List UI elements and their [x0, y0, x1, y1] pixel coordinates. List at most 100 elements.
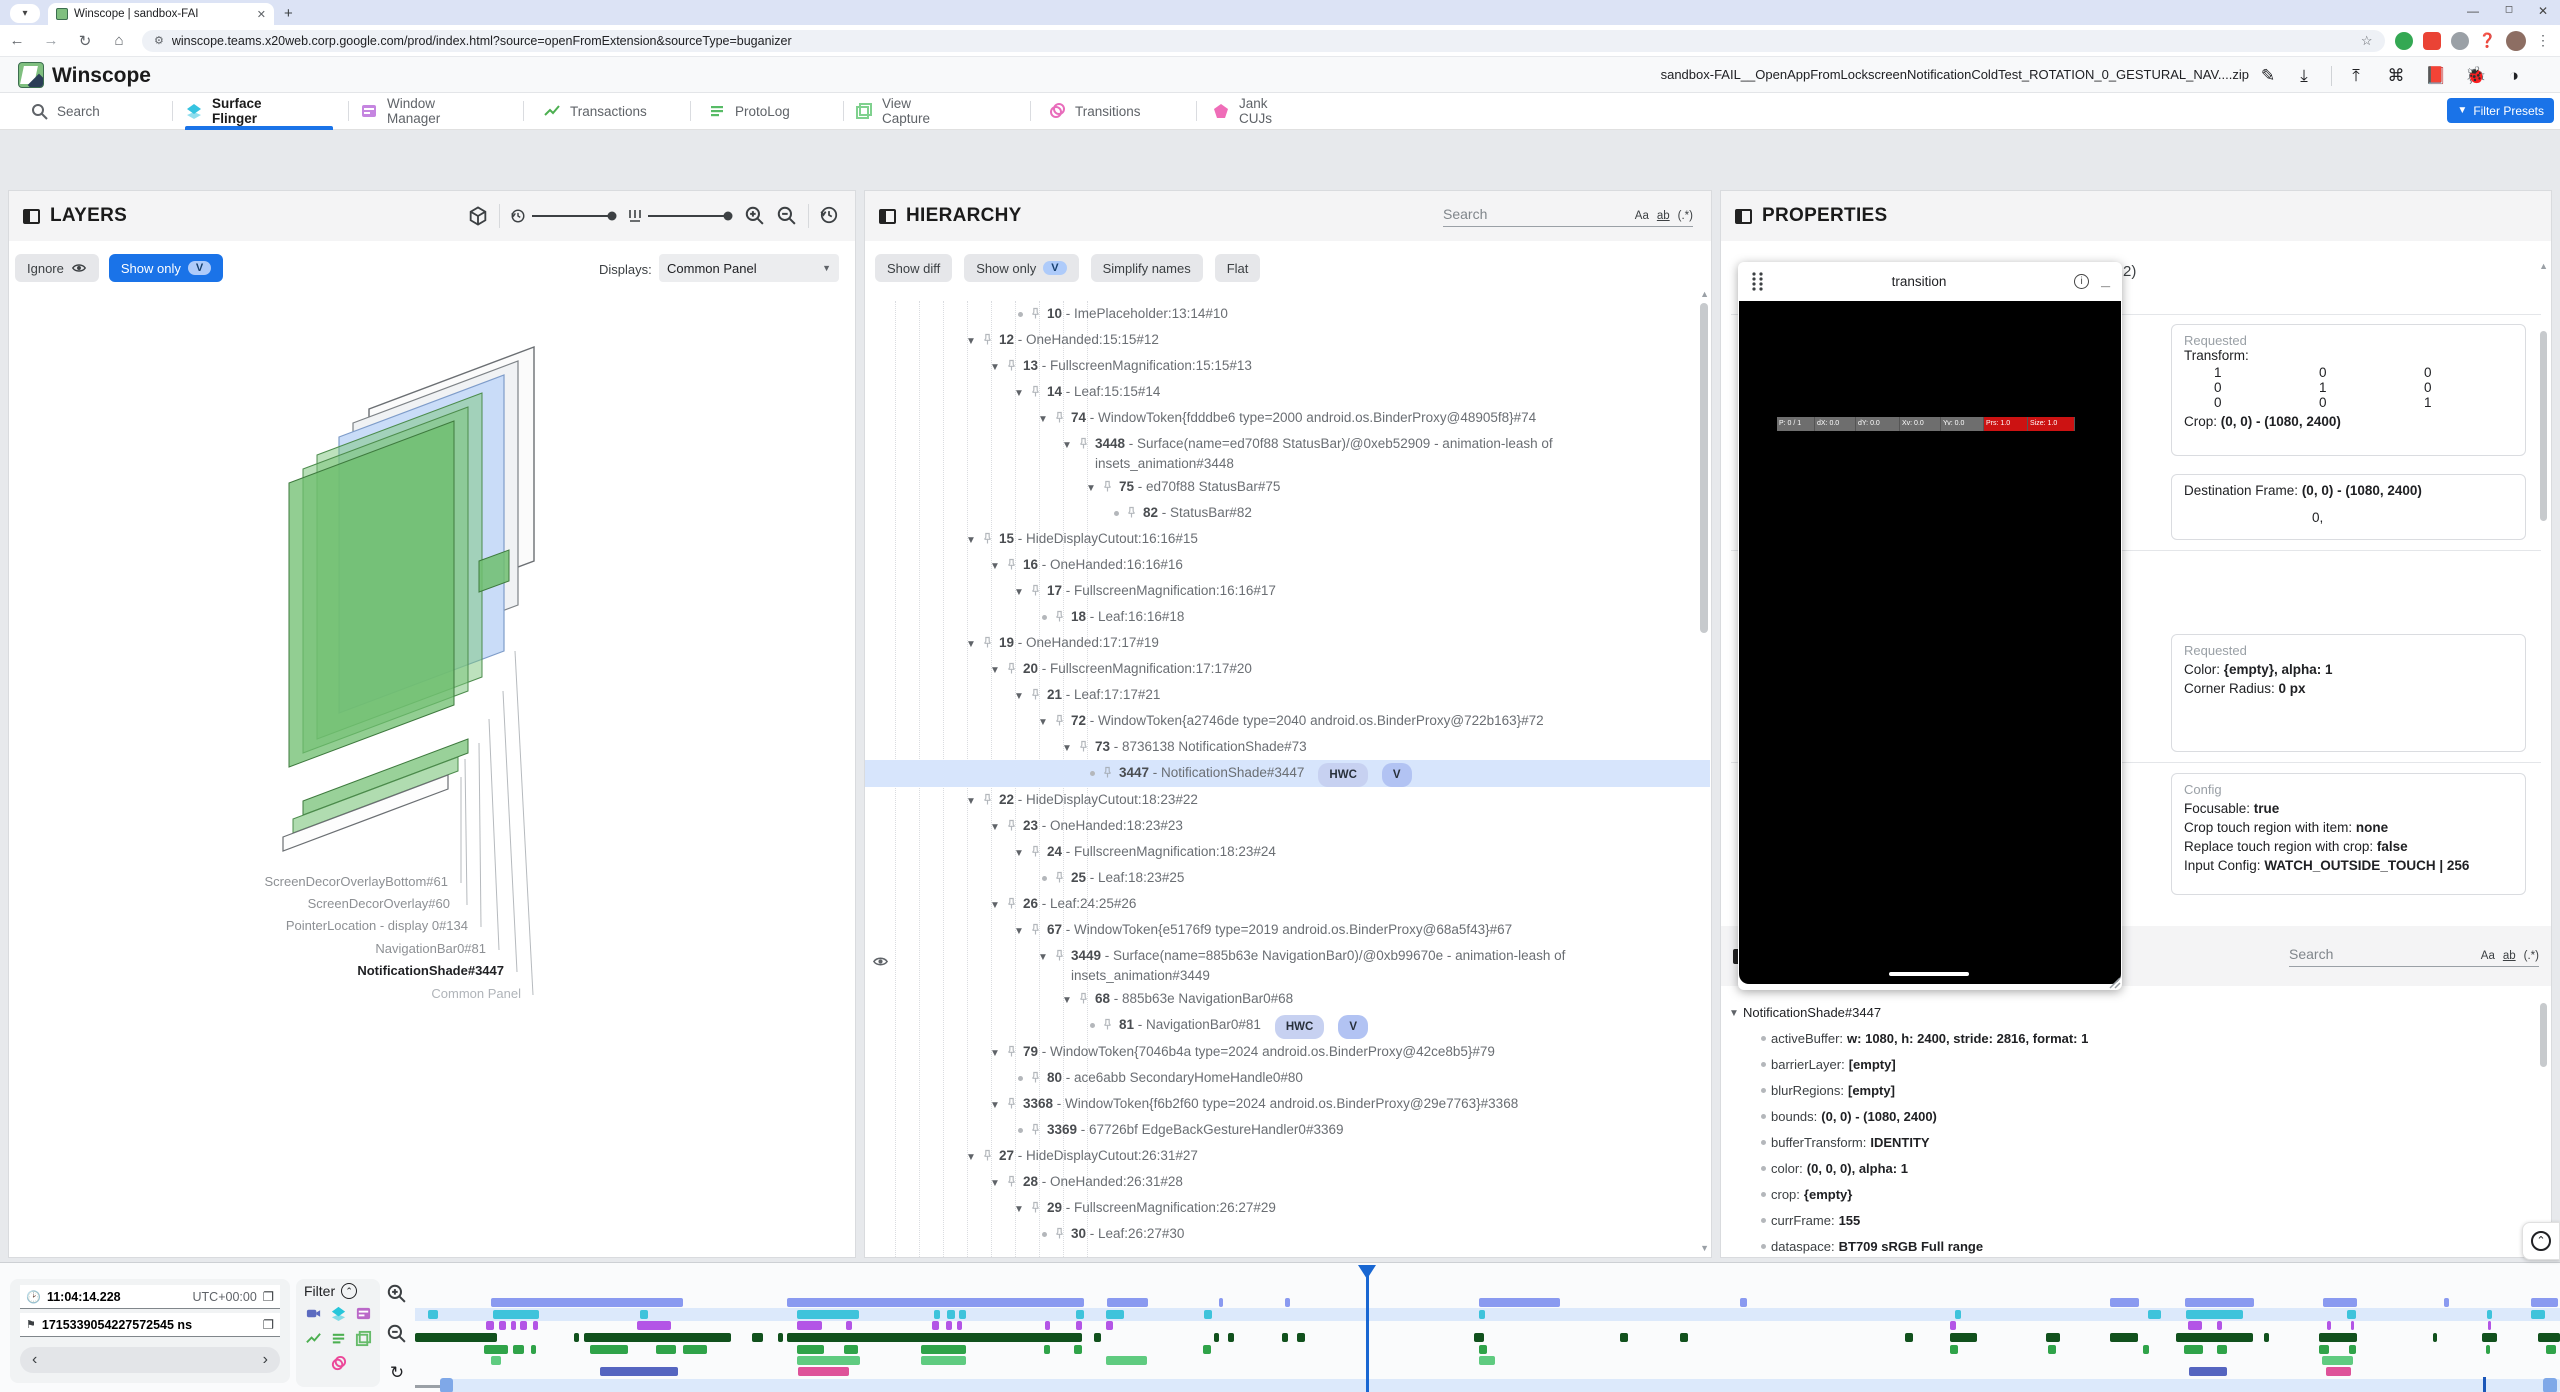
protolog-event-segment[interactable]: [656, 1345, 676, 1354]
curr-property-row[interactable]: activeBuffer:w: 1080, h: 2400, stride: 2…: [1729, 1025, 2537, 1051]
reset-zoom-icon[interactable]: ↻: [390, 1363, 404, 1383]
tree-node-29[interactable]: ▼29 - FullscreenMagnification:26:27#29: [865, 1195, 1710, 1221]
match-word-icon[interactable]: ab: [1657, 210, 1670, 222]
window-close-icon[interactable]: ✕: [2528, 4, 2558, 18]
transitions-event-segment[interactable]: [798, 1367, 849, 1376]
scroll-down-arrow[interactable]: ▼: [1700, 1243, 1709, 1253]
view-capture-event-segment[interactable]: [921, 1356, 966, 1365]
expand-arrow-icon[interactable]: ▼: [1038, 948, 1052, 968]
reset-view-icon[interactable]: [819, 205, 841, 227]
site-settings-icon[interactable]: ⚙: [154, 34, 164, 47]
screen-recording-event-segment[interactable]: [1285, 1298, 1290, 1307]
tree-node-82[interactable]: 82 - StatusBar#82: [865, 500, 1710, 526]
tree-node-26[interactable]: ▼26 - Leaf:24:25#26: [865, 891, 1710, 917]
pin-icon[interactable]: [980, 635, 995, 650]
expand-arrow-icon[interactable]: ▼: [990, 358, 1004, 378]
pin-icon[interactable]: [1004, 896, 1019, 911]
protolog-event-segment[interactable]: [2217, 1345, 2227, 1354]
collapse-panel-icon[interactable]: [1735, 209, 1752, 224]
hierarchy-chip-show-only[interactable]: Show onlyV: [964, 254, 1078, 282]
window-manager-event-segment[interactable]: [1076, 1321, 1082, 1330]
tree-node-68[interactable]: ▼68 - 885b63e NavigationBar0#68: [865, 986, 1710, 1012]
surface-flinger-event-segment[interactable]: [2148, 1310, 2161, 1319]
transactions-event-segment[interactable]: [1680, 1333, 1688, 1342]
trace-tab-surface-flinger[interactable]: Surface Flinger: [185, 93, 262, 129]
displays-select[interactable]: Common Panel ▼: [659, 254, 839, 282]
pin-icon[interactable]: [1100, 1017, 1115, 1032]
window-manager-event-segment[interactable]: [2488, 1321, 2491, 1330]
transactions-event-segment[interactable]: [2538, 1333, 2560, 1342]
surface-flinger-event-segment[interactable]: [934, 1310, 940, 1319]
pin-icon[interactable]: [1028, 844, 1043, 859]
trace-filter-layers-icon[interactable]: [330, 1305, 347, 1322]
surface-flinger-event-segment[interactable]: [1955, 1310, 1961, 1319]
pin-icon[interactable]: [1076, 739, 1091, 754]
transitions-event-segment[interactable]: [2326, 1367, 2351, 1376]
pin-icon[interactable]: [980, 792, 995, 807]
tree-node-20[interactable]: ▼20 - FullscreenMagnification:17:17#20: [865, 656, 1710, 682]
transactions-event-segment[interactable]: [2433, 1333, 2437, 1342]
tree-node-14[interactable]: ▼14 - Leaf:15:15#14: [865, 379, 1710, 405]
ns-time-input[interactable]: ⚑ 1715339054227572545 ns ❐: [20, 1313, 280, 1337]
protolog-event-segment[interactable]: [797, 1345, 824, 1354]
expand-arrow-icon[interactable]: ▼: [1086, 479, 1100, 499]
screen-recording-event-segment[interactable]: [1107, 1298, 1148, 1307]
browser-tab[interactable]: Winscope | sandbox-FAI ✕: [48, 3, 274, 25]
screen-recording-event-segment[interactable]: [2531, 1298, 2558, 1307]
trace-filter-listlines-icon[interactable]: [330, 1330, 347, 1347]
copy-icon[interactable]: ❐: [263, 1289, 274, 1304]
transactions-event-segment[interactable]: [415, 1333, 497, 1342]
curr-property-row[interactable]: blurRegions:[empty]: [1729, 1077, 2537, 1103]
drag-handle-icon[interactable]: [1750, 271, 1764, 291]
zoom-in-icon[interactable]: [386, 1283, 408, 1305]
edit-icon[interactable]: ✎: [2256, 64, 2280, 88]
transactions-event-segment[interactable]: [752, 1333, 763, 1342]
protolog-event-segment[interactable]: [1950, 1345, 1958, 1354]
surface-flinger-event-segment[interactable]: [1204, 1310, 1212, 1319]
trace-tab-search[interactable]: Search: [30, 93, 100, 129]
pin-icon[interactable]: [1004, 1096, 1019, 1111]
screen-recording-event-segment[interactable]: [2444, 1298, 2449, 1307]
trace-filter-camera-icon[interactable]: [305, 1305, 322, 1322]
tree-node-79[interactable]: ▼79 - WindowToken{7046b4a type=2024 andr…: [865, 1039, 1710, 1065]
window-manager-event-segment[interactable]: [932, 1321, 939, 1330]
expand-arrow-icon[interactable]: ▼: [990, 818, 1004, 838]
pin-icon[interactable]: [1052, 870, 1067, 885]
surface-flinger-event-segment[interactable]: [1479, 1310, 1485, 1319]
tree-node-3447[interactable]: 3447 - NotificationShade#3447HWCV: [865, 760, 1710, 787]
tab-close-icon[interactable]: ✕: [257, 8, 266, 21]
protolog-event-segment[interactable]: [590, 1345, 628, 1354]
overlay-title-bar[interactable]: transition i _: [1738, 262, 2122, 300]
3d-view-icon[interactable]: [467, 205, 489, 227]
trace-tab-window-manager[interactable]: Window Manager: [360, 93, 440, 129]
surface-flinger-event-segment[interactable]: [2186, 1310, 2243, 1319]
window-manager-event-segment[interactable]: [533, 1321, 538, 1330]
new-tab-button[interactable]: +: [284, 5, 293, 22]
prev-frame-icon[interactable]: ‹: [32, 1351, 37, 1369]
tree-node-16[interactable]: ▼16 - OneHanded:16:16#16: [865, 552, 1710, 578]
transactions-event-segment[interactable]: [1282, 1333, 1288, 1342]
zoom-out-icon[interactable]: [386, 1323, 408, 1345]
upload-icon[interactable]: ⤒: [2344, 64, 2368, 88]
tree-node-22[interactable]: ▼22 - HideDisplayCutout:18:23#22: [865, 787, 1710, 813]
surface-flinger-event-segment[interactable]: [2487, 1310, 2492, 1319]
tree-node-19[interactable]: ▼19 - OneHanded:17:17#19: [865, 630, 1710, 656]
tree-node-18[interactable]: 18 - Leaf:16:16#18: [865, 604, 1710, 630]
window-manager-event-segment[interactable]: [1106, 1321, 1113, 1330]
collapse-panel-icon[interactable]: [879, 209, 896, 224]
surface-flinger-event-segment[interactable]: [947, 1310, 955, 1319]
extension-icon[interactable]: [2451, 32, 2469, 50]
expand-arrow-icon[interactable]: ▼: [990, 1044, 1004, 1064]
curr-scrollbar[interactable]: [2540, 1003, 2547, 1067]
protolog-event-segment[interactable]: [2048, 1345, 2056, 1354]
expand-arrow-icon[interactable]: ▼: [1014, 1200, 1028, 1220]
screen-recording-event-segment[interactable]: [1479, 1298, 1560, 1307]
tree-node-73[interactable]: ▼73 - 8736138 NotificationShade#73: [865, 734, 1710, 760]
hierarchy-chip-show-diff[interactable]: Show diff: [875, 254, 952, 282]
expand-arrow-icon[interactable]: ▼: [1729, 1008, 1743, 1019]
protolog-event-segment[interactable]: [2143, 1345, 2149, 1354]
next-frame-icon[interactable]: ›: [263, 1351, 268, 1369]
transactions-event-segment[interactable]: [1297, 1333, 1305, 1342]
timeline-tracks[interactable]: [415, 1263, 2560, 1392]
pin-icon[interactable]: [1028, 687, 1043, 702]
